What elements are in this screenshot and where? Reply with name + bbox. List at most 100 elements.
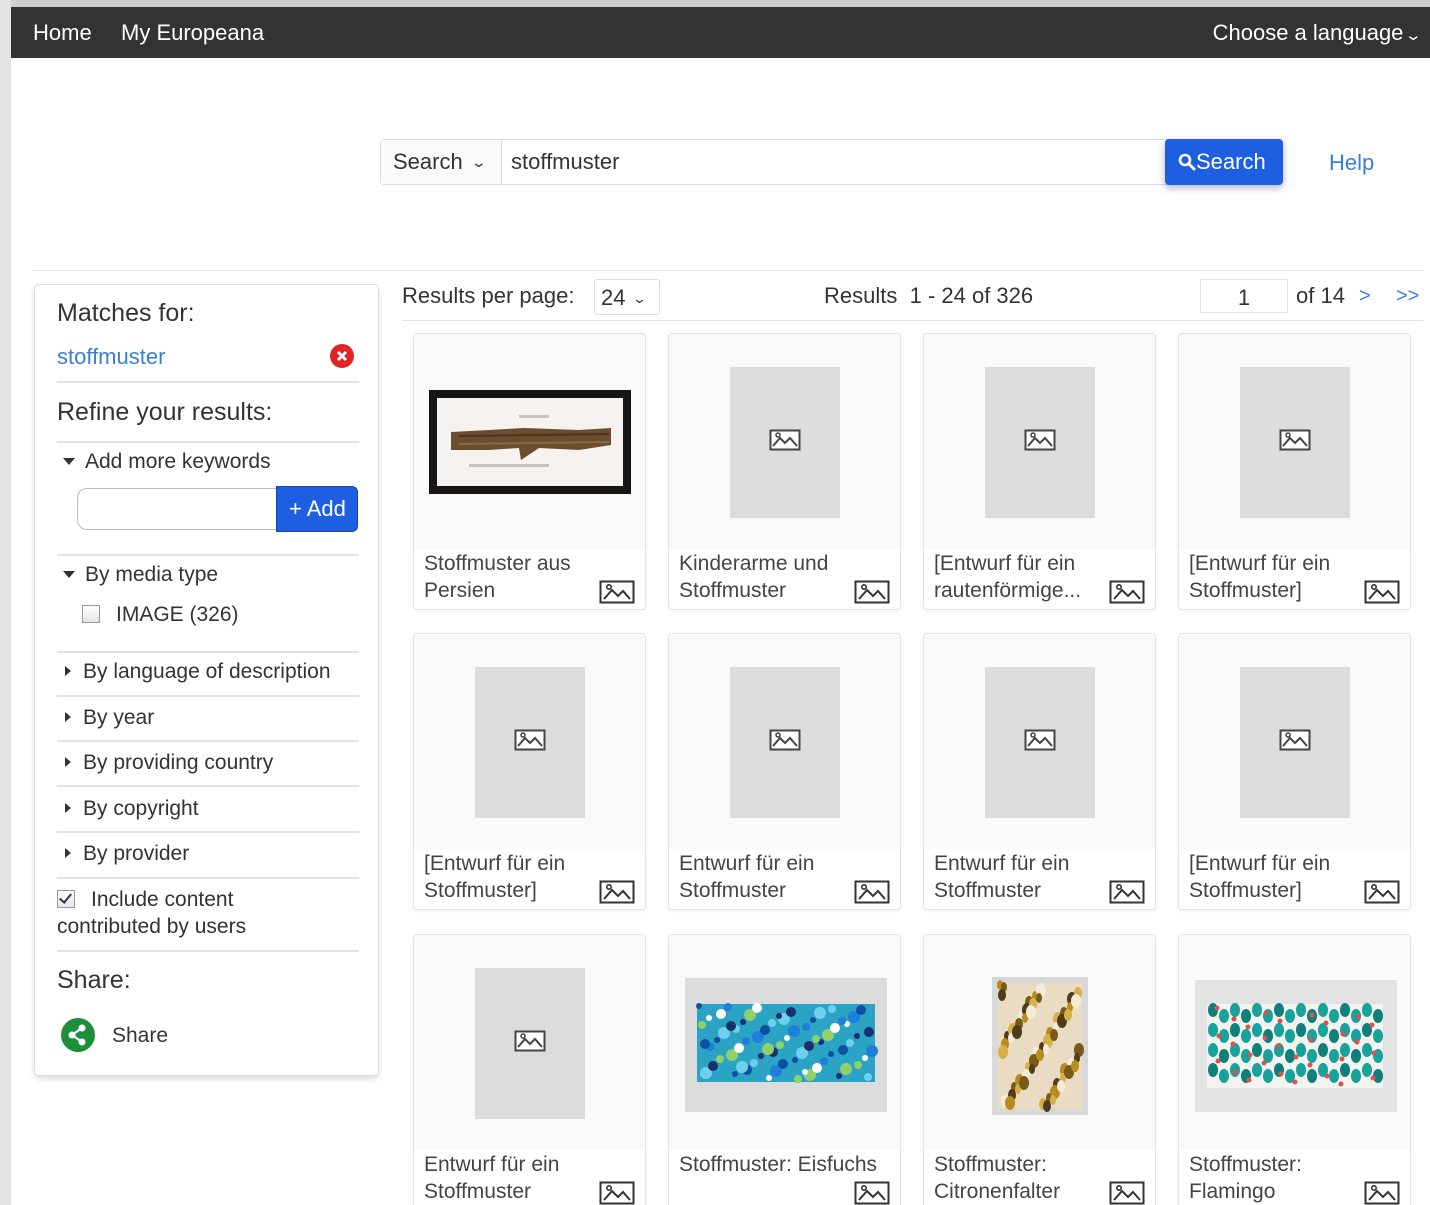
result-title-line: Kinderarme und (679, 552, 829, 575)
results-count: Results 1 - 24 of 326 (824, 283, 1033, 309)
image-icon (769, 729, 801, 756)
result-title[interactable]: Stoffmuster aus Persien (424, 550, 594, 604)
facet-add-keywords-toggle[interactable]: Add more keywords (57, 450, 359, 474)
thumbnail-image[interactable] (669, 935, 900, 1150)
language-dropdown[interactable]: Choose a language⌄ (1213, 20, 1423, 46)
facet-image-option[interactable]: IMAGE (326) (82, 603, 384, 627)
result-card[interactable]: Stoffmuster aus Persien (413, 333, 646, 610)
facet-add-keywords-label: Add more keywords (85, 450, 271, 473)
thumbnail-placeholder[interactable] (924, 334, 1155, 549)
image-type-icon (599, 880, 635, 909)
thumbnail-image[interactable] (924, 935, 1155, 1150)
result-card[interactable]: [Entwurf für ein Stoffmuster] (1178, 633, 1411, 910)
last-page-link[interactable]: >> (1396, 285, 1419, 308)
thumbnail-placeholder[interactable] (414, 935, 645, 1150)
search-icon (1178, 153, 1196, 171)
divider (57, 785, 359, 787)
fabric-photo (992, 977, 1088, 1115)
image-type-icon (1364, 580, 1400, 609)
result-title-line: Stoffmuster (679, 879, 786, 902)
remove-keyword-button[interactable] (330, 344, 354, 368)
results-per-page-select[interactable]: 24 ⌄ (594, 279, 660, 315)
result-title[interactable]: Stoffmuster: Flamingo (1189, 1151, 1359, 1205)
help-link[interactable]: Help (1329, 150, 1374, 176)
share-link[interactable]: Share (112, 1024, 414, 1048)
thumbnail-placeholder[interactable] (1179, 634, 1410, 849)
result-title-line: Stoffmuster aus (424, 552, 571, 575)
nav-my-europeana-link[interactable]: My Europeana (121, 20, 264, 46)
results-per-page-label: Results per page: (402, 283, 575, 308)
facet-copyright-toggle[interactable]: By copyright (57, 797, 359, 821)
result-title-line: rautenförmige... (934, 579, 1082, 602)
include-user-content-checkbox[interactable] (57, 890, 75, 908)
divider (57, 651, 359, 653)
result-title[interactable]: [Entwurf für ein Stoffmuster] (424, 850, 594, 904)
result-title-line: Entwurf für ein (424, 1153, 560, 1176)
image-checkbox[interactable] (82, 605, 100, 623)
result-title[interactable]: [Entwurf für ein Stoffmuster] (1189, 850, 1359, 904)
result-title[interactable]: Entwurf für ein Stoffmuster (424, 1151, 594, 1205)
facet-language-toggle[interactable]: By language of description (57, 660, 359, 684)
image-placeholder (1240, 667, 1350, 818)
caret-right-icon (65, 848, 71, 858)
result-title[interactable]: Stoffmuster: Eisfuchs (679, 1151, 894, 1178)
thumbnail-placeholder[interactable] (414, 634, 645, 849)
result-title[interactable]: Kinderarme und Stoffmuster (679, 550, 849, 604)
fabric-photo (685, 978, 887, 1112)
thumbnail-image[interactable] (1179, 935, 1410, 1150)
divider (57, 950, 359, 952)
share-heading: Share: (57, 966, 131, 994)
caret-right-icon (65, 803, 71, 813)
page-number-input[interactable]: 1 (1200, 279, 1288, 313)
thumbnail-placeholder[interactable] (924, 634, 1155, 849)
thumbnail-image[interactable] (414, 334, 645, 549)
divider (57, 695, 359, 697)
facet-country-toggle[interactable]: By providing country (57, 751, 359, 775)
result-title[interactable]: Stoffmuster: Citronenfalter (934, 1151, 1104, 1205)
active-keyword-link[interactable]: stoffmuster (57, 344, 359, 370)
add-keyword-button[interactable]: + Add (276, 486, 358, 532)
include-user-content-option[interactable]: Include content contributed by users (57, 886, 359, 940)
refine-heading: Refine your results: (57, 398, 273, 426)
result-card[interactable]: Stoffmuster: Flamingo (1178, 934, 1411, 1205)
nav-home-link[interactable]: Home (33, 20, 92, 46)
search-input[interactable] (502, 140, 1166, 184)
next-page-link[interactable]: > (1359, 285, 1371, 308)
result-card[interactable]: Entwurf für ein Stoffmuster (923, 633, 1156, 910)
result-title[interactable]: Entwurf für ein Stoffmuster (679, 850, 849, 904)
facet-year-toggle[interactable]: By year (57, 706, 359, 730)
facet-media-type-toggle[interactable]: By media type (57, 563, 359, 587)
result-card[interactable]: [Entwurf für ein rautenförmige... (923, 333, 1156, 610)
result-card[interactable]: Stoffmuster: Citronenfalter (923, 934, 1156, 1205)
result-title-line: Flamingo (1189, 1180, 1276, 1203)
result-title-line: [Entwurf für ein (1189, 552, 1331, 575)
share-icon[interactable] (61, 1018, 95, 1052)
facet-year-label: By year (83, 706, 155, 729)
result-title[interactable]: [Entwurf für ein rautenförmige... (934, 550, 1104, 604)
result-card[interactable]: Entwurf für ein Stoffmuster (668, 633, 901, 910)
result-title-line: Stoffmuster: Eisfuchs (679, 1153, 878, 1176)
image-type-icon (1109, 1181, 1145, 1205)
results-per-page-value: 24 (601, 285, 626, 310)
search-type-dropdown[interactable]: Search ⌄ (381, 140, 502, 184)
image-placeholder (730, 667, 840, 818)
image-placeholder (985, 367, 1095, 518)
search-bar: Search ⌄ Search (380, 139, 1283, 185)
result-title[interactable]: Entwurf für ein Stoffmuster (934, 850, 1104, 904)
image-icon (1024, 429, 1056, 456)
result-card[interactable]: [Entwurf für ein Stoffmuster] (413, 633, 646, 910)
result-card[interactable]: Entwurf für ein Stoffmuster (413, 934, 646, 1205)
thumbnail-placeholder[interactable] (1179, 334, 1410, 549)
image-icon (514, 729, 546, 756)
add-keyword-input[interactable] (77, 488, 277, 530)
result-card[interactable]: Stoffmuster: Eisfuchs (668, 934, 901, 1205)
result-title[interactable]: [Entwurf für ein Stoffmuster] (1189, 550, 1359, 604)
result-card[interactable]: [Entwurf für ein Stoffmuster] (1178, 333, 1411, 610)
result-card[interactable]: Kinderarme und Stoffmuster (668, 333, 901, 610)
search-button[interactable]: Search (1165, 139, 1283, 185)
window-frame-left (0, 0, 11, 1205)
image-placeholder (985, 667, 1095, 818)
facet-provider-toggle[interactable]: By provider (57, 842, 359, 866)
thumbnail-placeholder[interactable] (669, 334, 900, 549)
thumbnail-placeholder[interactable] (669, 634, 900, 849)
